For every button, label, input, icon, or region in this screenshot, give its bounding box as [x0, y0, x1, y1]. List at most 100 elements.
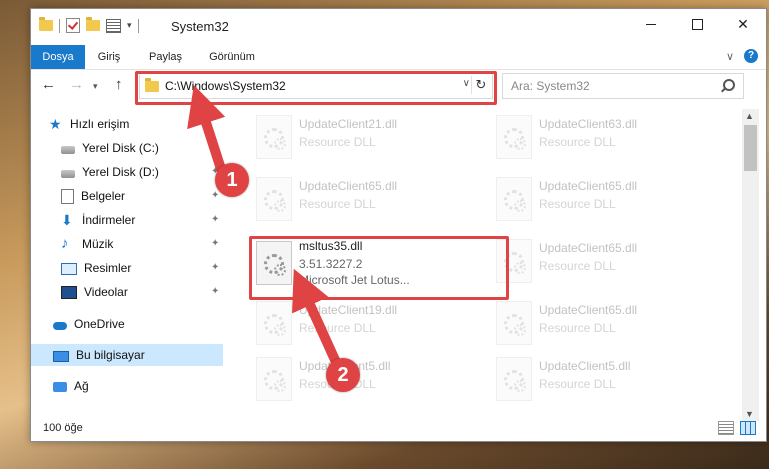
- drive-icon: [61, 169, 75, 178]
- customize-toolbar-icon[interactable]: ▾: [127, 20, 132, 31]
- pin-icon[interactable]: ✦: [211, 286, 219, 297]
- search-icon[interactable]: [723, 79, 735, 91]
- sidebar-item-label: Müzik: [82, 237, 114, 251]
- pin-icon[interactable]: ✦: [211, 238, 219, 249]
- file-type: Resource DLL: [299, 197, 376, 211]
- ribbon-right-controls: ∨ ?: [726, 49, 758, 63]
- sidebar-item-documents[interactable]: Belgeler ✦: [61, 185, 223, 207]
- star-icon: ★: [49, 116, 62, 132]
- file-name: UpdateClient65.dll: [539, 179, 638, 193]
- sidebar-item-onedrive[interactable]: OneDrive: [53, 313, 223, 335]
- sidebar-item-this-pc[interactable]: Bu bilgisayar: [31, 344, 223, 366]
- tab-home[interactable]: Giriş: [89, 45, 129, 69]
- pin-icon[interactable]: ✦: [211, 262, 219, 273]
- sidebar-item-music[interactable]: ♪ Müzik ✦: [61, 233, 223, 255]
- minimize-button[interactable]: [628, 9, 674, 39]
- scroll-up-icon[interactable]: ▲: [745, 111, 754, 121]
- navigation-pane: ★ Hızlı erişim Yerel Disk (C:) ✦ Yerel D…: [31, 109, 223, 404]
- sidebar-item-local-disk-d[interactable]: Yerel Disk (D:) ✦: [61, 161, 223, 183]
- close-button[interactable]: ✕: [720, 9, 766, 39]
- item-count: 100 öğe: [43, 422, 83, 434]
- expand-ribbon-icon[interactable]: ∨: [726, 50, 734, 63]
- sidebar-item-videos[interactable]: Videolar ✦: [61, 281, 223, 303]
- file-type: Resource DLL: [539, 377, 616, 391]
- cloud-icon: [53, 321, 67, 330]
- file-type: Resource DLL: [539, 197, 616, 211]
- file-item[interactable]: UpdateClient19.dll Resource DLL: [231, 297, 459, 347]
- search-placeholder: Ara: System32: [511, 79, 590, 93]
- file-name: UpdateClient63.dll: [539, 117, 638, 131]
- pin-icon[interactable]: ✦: [211, 142, 219, 153]
- sidebar-item-label: İndirmeler: [82, 213, 136, 227]
- file-item[interactable]: UpdateClient65.dll Resource DLL: [471, 297, 699, 347]
- tab-share[interactable]: Paylaş: [143, 45, 188, 69]
- forward-icon[interactable]: →: [69, 76, 84, 93]
- recent-locations-icon[interactable]: ▾: [93, 81, 98, 92]
- sidebar-item-local-disk-c[interactable]: Yerel Disk (C:) ✦: [61, 137, 223, 159]
- scroll-thumb[interactable]: [744, 125, 757, 171]
- dll-file-icon: [496, 357, 532, 401]
- window-controls: ✕: [628, 9, 766, 39]
- details-view-icon[interactable]: [718, 421, 734, 435]
- dll-file-icon: [256, 357, 292, 401]
- address-highlight-box: [135, 71, 497, 105]
- callout-badge-1: 1: [215, 163, 249, 197]
- documents-icon: [61, 188, 74, 204]
- sidebar-item-pictures[interactable]: Resimler ✦: [61, 257, 223, 279]
- network-icon: [53, 382, 67, 392]
- up-icon[interactable]: ↑: [115, 76, 123, 93]
- window-title: System32: [171, 19, 229, 34]
- file-name: UpdateClient65.dll: [539, 303, 638, 317]
- file-type: Resource DLL: [299, 135, 376, 149]
- maximize-button[interactable]: [674, 9, 720, 39]
- search-input[interactable]: Ara: System32: [502, 73, 744, 99]
- properties-check-icon[interactable]: [66, 18, 80, 33]
- file-name: UpdateClient65.dll: [299, 179, 398, 193]
- file-item[interactable]: UpdateClient21.dll Resource DLL: [231, 111, 459, 161]
- minimize-icon: [646, 23, 656, 25]
- sidebar-item-network[interactable]: Ağ: [53, 375, 223, 397]
- help-icon[interactable]: ?: [744, 49, 758, 63]
- sidebar-item-label: Belgeler: [81, 189, 126, 203]
- drive-icon: [61, 145, 75, 154]
- file-item[interactable]: UpdateClient63.dll Resource DLL: [471, 111, 699, 161]
- status-bar: 100 öğe: [31, 417, 766, 441]
- back-icon[interactable]: ←: [41, 76, 56, 93]
- download-icon: ⬇: [61, 212, 73, 228]
- folder-icon[interactable]: [39, 17, 53, 31]
- properties-icon[interactable]: [106, 18, 121, 33]
- dll-file-icon: [496, 177, 532, 221]
- vertical-scrollbar[interactable]: ▲ ▼: [742, 109, 759, 421]
- sidebar-item-label: Yerel Disk (C:): [82, 141, 159, 155]
- sidebar-item-downloads[interactable]: ⬇ İndirmeler ✦: [61, 209, 223, 231]
- tab-file[interactable]: Dosya: [31, 45, 85, 69]
- dll-file-icon: [256, 177, 292, 221]
- sidebar-item-label: Hızlı erişim: [70, 117, 130, 131]
- callout-badge-2: 2: [326, 358, 360, 392]
- new-folder-icon[interactable]: [86, 17, 100, 31]
- file-name: UpdateClient5.dll: [539, 359, 631, 373]
- pin-icon[interactable]: ✦: [211, 214, 219, 225]
- maximize-icon: [691, 18, 703, 30]
- sidebar-item-quick-access[interactable]: ★ Hızlı erişim: [49, 113, 223, 135]
- file-item[interactable]: UpdateClient5.dll Resource DLL: [471, 353, 699, 403]
- file-type: Resource DLL: [539, 135, 616, 149]
- explorer-window: ▾ System32 ✕ Dosya Giriş Paylaş Görünüm …: [30, 8, 767, 442]
- sidebar-item-label: Resimler: [84, 261, 132, 275]
- ribbon-tabs: Dosya Giriş Paylaş Görünüm ∨ ?: [31, 45, 766, 70]
- file-name: UpdateClient19.dll: [299, 303, 398, 317]
- tab-view[interactable]: Görünüm: [201, 45, 263, 69]
- file-highlight-box: [249, 236, 509, 300]
- view-toggle: [718, 421, 756, 435]
- tiles-view-icon[interactable]: [740, 421, 756, 435]
- music-icon: ♪: [61, 235, 69, 252]
- file-item[interactable]: UpdateClient65.dll Resource DLL: [471, 173, 699, 223]
- sidebar-item-label: Yerel Disk (D:): [82, 165, 159, 179]
- file-type: Resource DLL: [299, 321, 376, 335]
- dll-file-icon: [496, 301, 532, 345]
- close-icon: ✕: [737, 15, 749, 32]
- pin-icon[interactable]: ✦: [211, 190, 219, 201]
- file-item[interactable]: UpdateClient65.dll Resource DLL: [231, 173, 459, 223]
- computer-icon: [53, 350, 69, 362]
- file-type: Resource DLL: [539, 259, 616, 273]
